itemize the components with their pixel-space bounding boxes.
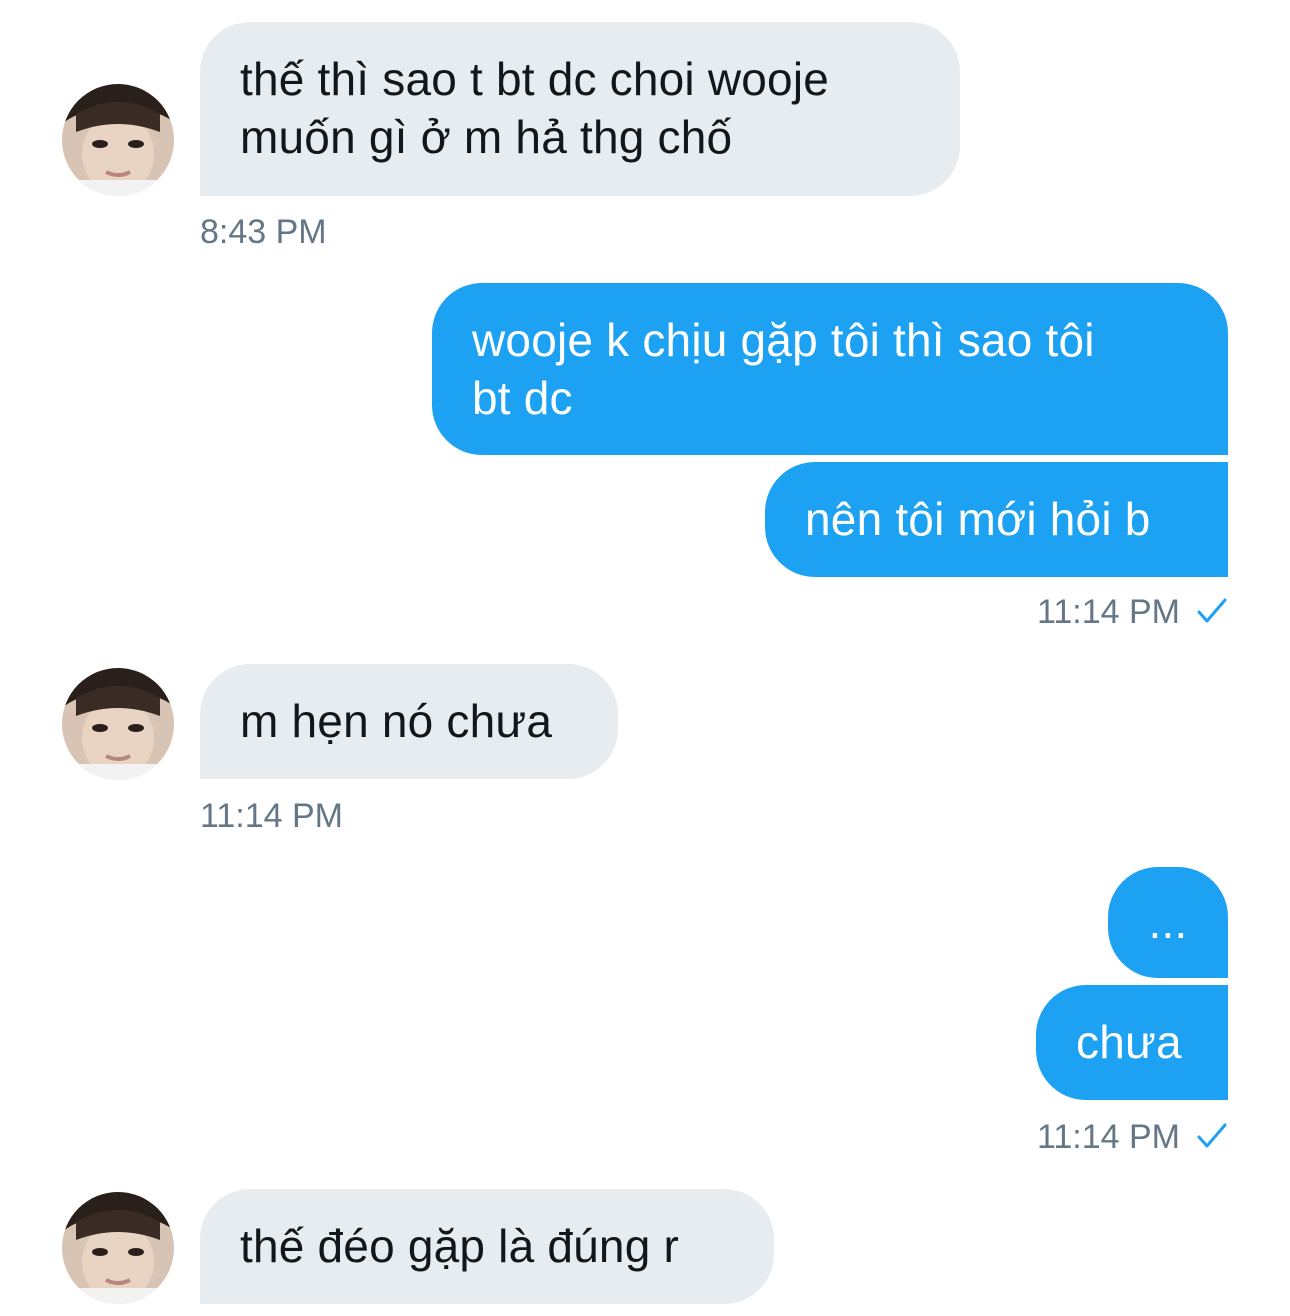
message-timestamp: 11:14 PM	[200, 796, 343, 836]
avatar-photo	[62, 84, 174, 196]
message-text: thế thì sao t bt dc choi wooje muốn gì ở…	[240, 53, 830, 163]
message-text: ...	[1148, 896, 1188, 948]
message-text: thế đéo gặp là đúng r	[240, 1220, 679, 1272]
avatar[interactable]	[62, 84, 174, 196]
message-bubble-outgoing[interactable]: nên tôi mới hỏi b	[765, 462, 1228, 577]
message-timestamp: 11:14 PM	[1037, 1117, 1228, 1159]
message-text: m hẹn nó chưa	[240, 695, 553, 747]
check-icon	[1196, 1119, 1228, 1159]
message-bubble-outgoing[interactable]: wooje k chịu gặp tôi thì sao tôi bt dc	[432, 283, 1228, 455]
message-timestamp: 11:14 PM	[1037, 592, 1228, 634]
message-text: wooje k chịu gặp tôi thì sao tôi bt dc	[472, 314, 1095, 424]
timestamp-text: 11:14 PM	[1036, 1118, 1180, 1156]
message-bubble-outgoing[interactable]: ...	[1108, 867, 1228, 978]
message-text: chưa	[1076, 1016, 1182, 1068]
check-icon	[1196, 594, 1228, 634]
message-timestamp: 8:43 PM	[200, 212, 327, 252]
message-bubble-incoming[interactable]: thế thì sao t bt dc choi wooje muốn gì ở…	[200, 22, 960, 196]
message-bubble-outgoing[interactable]: chưa	[1036, 985, 1228, 1100]
timestamp-text: 11:14 PM	[200, 797, 344, 835]
message-bubble-incoming[interactable]: m hẹn nó chưa	[200, 664, 618, 779]
message-bubble-incoming[interactable]: thế đéo gặp là đúng r	[200, 1189, 774, 1304]
avatar-photo	[62, 668, 174, 780]
timestamp-text: 11:14 PM	[1036, 593, 1180, 631]
message-text: nên tôi mới hỏi b	[805, 493, 1151, 545]
avatar-photo	[62, 1192, 174, 1304]
timestamp-text: 8:43 PM	[200, 213, 327, 251]
avatar[interactable]	[62, 1192, 174, 1304]
avatar[interactable]	[62, 668, 174, 780]
